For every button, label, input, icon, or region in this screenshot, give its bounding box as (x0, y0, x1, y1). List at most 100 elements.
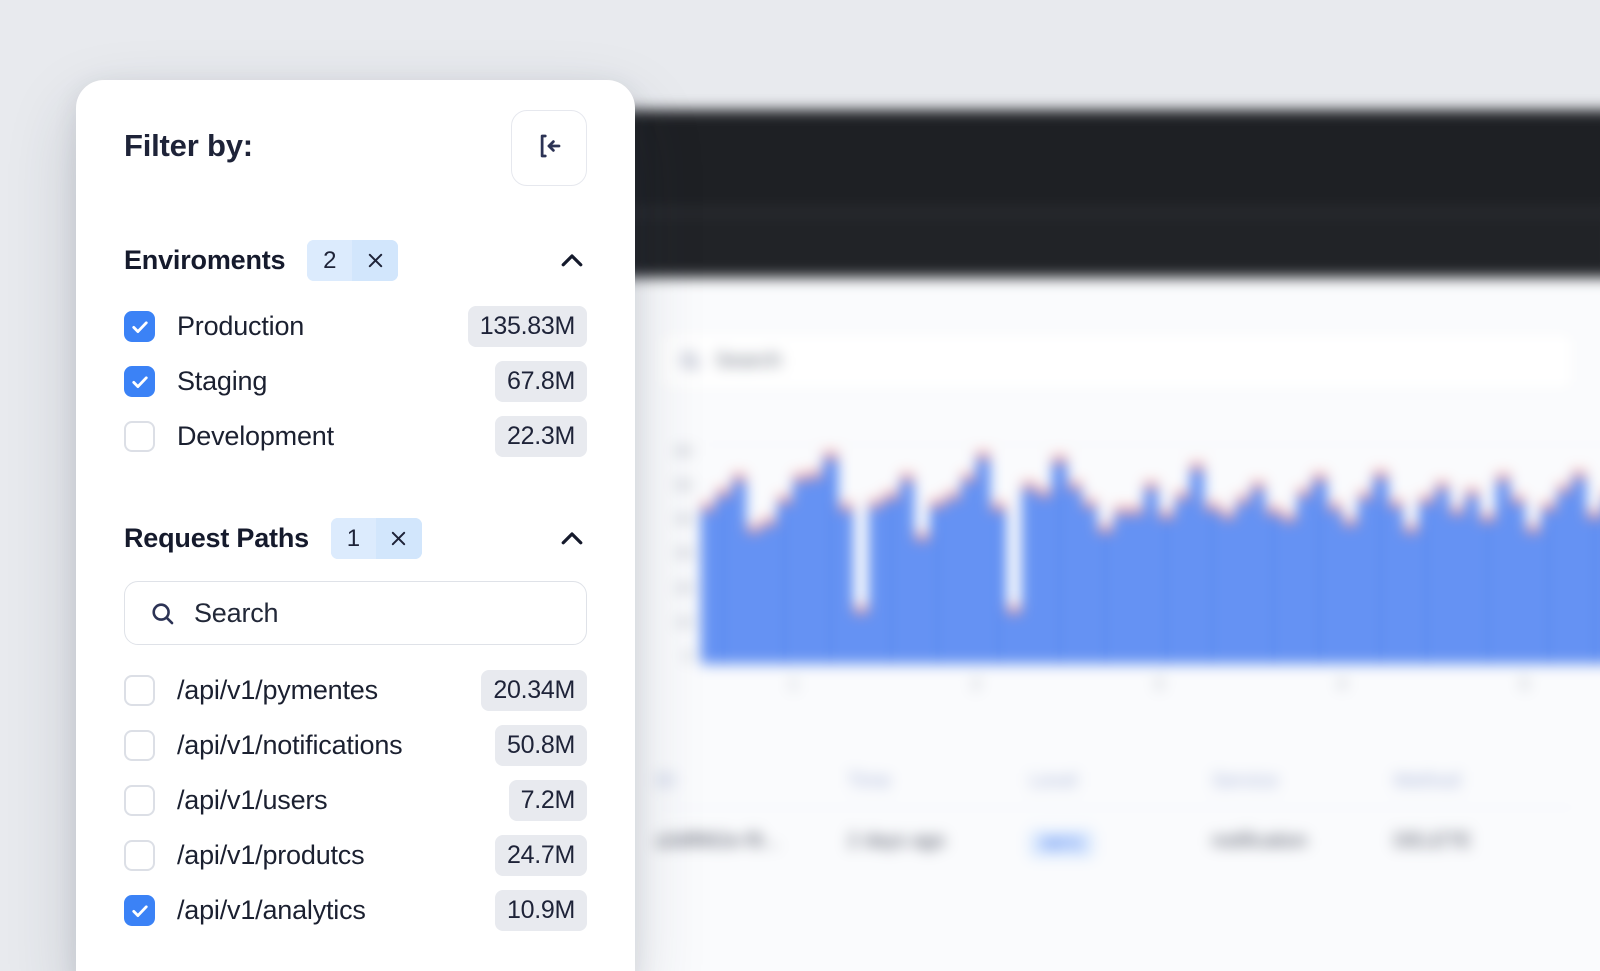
section-clear-button[interactable] (352, 240, 399, 281)
chart-bar (778, 496, 791, 664)
list-item[interactable]: Staging 67.8M (124, 354, 587, 409)
chart-bar (1282, 514, 1296, 664)
chart-bar (1527, 525, 1540, 664)
option-label: Development (177, 421, 334, 451)
list-item[interactable]: /api/v1/produtcs 24.7M (124, 828, 587, 883)
chart-bar (977, 452, 990, 664)
chart-y-tick: 20 (675, 579, 692, 597)
chart-bar (1481, 514, 1494, 664)
background-search-placeholder: Search (715, 349, 782, 372)
chart-bar (915, 532, 929, 664)
app-secondary-bar (616, 210, 1600, 278)
checkbox-icon[interactable] (124, 840, 155, 871)
chart-bar (1236, 496, 1250, 664)
chart-y-tick: 30 (675, 545, 692, 563)
checkbox-icon[interactable] (124, 421, 155, 452)
search-icon (679, 350, 701, 372)
chart-bar (1068, 481, 1082, 664)
option-label: /api/v1/pymentes (177, 675, 378, 705)
chart-bar (1328, 503, 1342, 664)
list-item[interactable]: /api/v1/users 7.2M (124, 773, 587, 828)
chart-bar (946, 492, 960, 664)
section-count-chip: 1 (330, 518, 422, 559)
checkbox-icon[interactable] (124, 895, 155, 926)
option-label: Production (177, 311, 305, 341)
chart-x-axis: 1 2 3 4 5 (702, 670, 1600, 710)
option-count: 24.7M (495, 835, 587, 876)
chart-bar (1343, 518, 1357, 664)
chart-bar (1511, 496, 1525, 664)
background-search-row: Search (616, 278, 1600, 416)
chevron-up-icon[interactable] (557, 246, 587, 276)
search-placeholder: Search (194, 597, 279, 628)
chart-bars (702, 444, 1600, 664)
chart-bar (1053, 455, 1067, 664)
chart-bar (1099, 525, 1112, 664)
chart-bar (885, 492, 898, 664)
chart-bar (1175, 492, 1189, 664)
chart-bar (1359, 492, 1372, 664)
background-search-input[interactable]: Search (656, 330, 1576, 392)
section-header-enviroments[interactable]: Enviroments 2 (124, 240, 587, 281)
chart-bar (763, 518, 776, 664)
checkbox-icon[interactable] (124, 311, 155, 342)
status-badge: INFO (1029, 830, 1095, 858)
logs-table-column-header: ID (656, 770, 676, 792)
section-count: 2 (307, 240, 353, 281)
logs-table-column-header: Time (847, 770, 891, 792)
search-icon (149, 600, 176, 627)
chart-bar (931, 499, 944, 664)
chart-bar (1450, 507, 1464, 664)
option-label: /api/v1/analytics (177, 895, 366, 925)
list-item[interactable]: /api/v1/analytics 10.9M (124, 883, 587, 938)
chart-x-tick: 4 (1337, 676, 1347, 693)
option-count: 67.8M (495, 361, 587, 402)
chart-bar (1160, 510, 1174, 664)
chart-y-tick: 50 (675, 477, 692, 495)
page-title: Filter by: (124, 128, 253, 163)
chart-bar (900, 474, 914, 664)
logs-table-column-header: Method (1393, 770, 1461, 792)
chart-bar (1557, 485, 1571, 664)
section-clear-button[interactable] (375, 518, 422, 559)
checkbox-icon[interactable] (124, 675, 155, 706)
chart-bar (1206, 503, 1219, 664)
app-content: Search 60 50 40 30 20 10 0 1 2 3 4 5 ID Time Level Se… (616, 278, 1600, 971)
list-item[interactable]: /api/v1/notifications 50.8M (124, 718, 587, 773)
list-item[interactable]: Development 22.3M (124, 409, 587, 464)
chart-plot-area: 1 2 3 4 5 (702, 444, 1600, 716)
chevron-up-icon[interactable] (557, 524, 587, 554)
logs-table-body: a3df882e-f9... 2 days ago INFO notification… (656, 807, 1576, 880)
list-item[interactable]: /api/v1/pymentes 20.34M (124, 663, 587, 718)
section-header-request-paths[interactable]: Request Paths 1 (124, 518, 587, 559)
background-app-window: Search 60 50 40 30 20 10 0 1 2 3 4 5 ID Time Level Se… (616, 110, 1600, 971)
search-input-request-paths[interactable]: Search (124, 581, 587, 645)
section-title: Enviroments (124, 245, 286, 275)
chart-bar (870, 499, 883, 664)
table-row[interactable]: a3df882e-f9... 2 days ago INFO notification… (656, 807, 1576, 880)
chart-bar (1191, 463, 1204, 664)
option-count: 135.83M (467, 306, 587, 347)
chart-bar (1404, 525, 1418, 664)
panel-collapse-left-icon (534, 131, 564, 166)
table-cell-service: notification (1211, 830, 1308, 852)
chart-x-tick: 5 (1520, 676, 1530, 693)
chart-bar (1145, 481, 1158, 664)
section-count: 1 (330, 518, 376, 559)
checkbox-icon[interactable] (124, 785, 155, 816)
filter-options-enviroments: Production 135.83M Staging 67.8M Development… (124, 299, 587, 464)
table-cell-method: DELETE (1393, 830, 1472, 852)
chart-bar (1435, 481, 1449, 664)
panel-collapse-button[interactable] (511, 110, 587, 186)
chart-y-tick: 40 (675, 511, 692, 529)
chart-bar (747, 525, 761, 664)
filter-section-request-paths: Request Paths 1 Search/api/v1/pymentes 20.3… (124, 518, 587, 938)
chart-bar (1466, 488, 1479, 664)
table-cell-id: a3df882e-f9... (656, 830, 780, 852)
checkbox-icon[interactable] (124, 366, 155, 397)
filter-panel: Filter by: Enviroments 2 Production 135.83M… (76, 80, 635, 971)
table-cell-time: 2 days ago (847, 830, 946, 852)
list-item[interactable]: Production 135.83M (124, 299, 587, 354)
table-cell-level: INFO (1029, 830, 1211, 858)
checkbox-icon[interactable] (124, 730, 155, 761)
